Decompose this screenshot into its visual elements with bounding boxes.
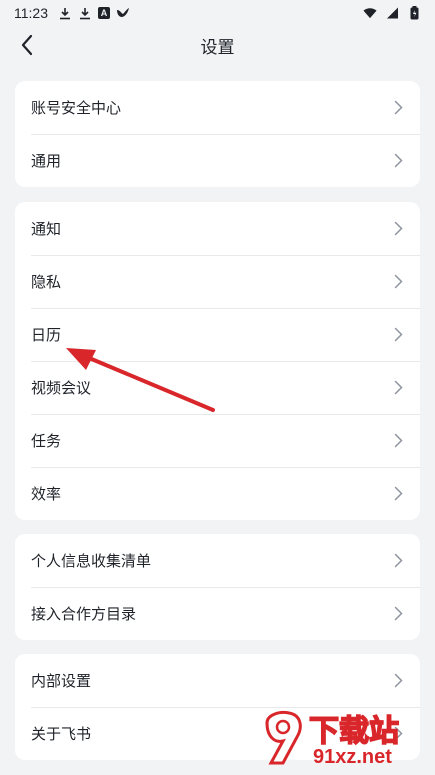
- settings-item-label: 账号安全中心: [31, 99, 122, 117]
- chevron-right-icon: [392, 380, 404, 396]
- settings-item-label: 个人信息收集清单: [31, 552, 152, 570]
- settings-item-label: 隐私: [31, 273, 62, 291]
- chevron-right-icon: [392, 486, 404, 502]
- chevron-right-icon: [392, 100, 404, 116]
- settings-group-features: 通知 隐私 日历 视频会议 任务 效率: [15, 202, 420, 520]
- settings-item-label: 效率: [31, 485, 62, 503]
- chevron-right-icon: [392, 274, 404, 290]
- watermark-logo: 下载站 91xz.net: [265, 711, 400, 768]
- settings-item-general[interactable]: 通用: [15, 134, 420, 187]
- settings-item-label: 接入合作方目录: [31, 605, 137, 623]
- settings-item-video-meeting[interactable]: 视频会议: [15, 361, 420, 414]
- a-box-icon: A: [98, 7, 110, 19]
- settings-item-label: 日历: [31, 326, 62, 344]
- watermark-brand: 下载站: [309, 715, 399, 748]
- chevron-left-icon: [21, 34, 33, 56]
- status-icons-right: [363, 6, 421, 20]
- signal-icon: [385, 6, 399, 20]
- settings-item-account-security[interactable]: 账号安全中心: [15, 81, 420, 134]
- settings-item-label: 视频会议: [31, 379, 92, 397]
- chevron-right-icon: [392, 221, 404, 237]
- settings-item-efficiency[interactable]: 效率: [15, 467, 420, 520]
- settings-item-tasks[interactable]: 任务: [15, 414, 420, 467]
- nav-bar: 设置: [0, 26, 435, 64]
- settings-item-notifications[interactable]: 通知: [15, 202, 420, 255]
- settings-item-personal-info-list[interactable]: 个人信息收集清单: [15, 534, 420, 587]
- settings-item-label: 通知: [31, 220, 62, 238]
- settings-item-label: 任务: [31, 432, 62, 450]
- chevron-right-icon: [392, 327, 404, 343]
- battery-icon: [407, 6, 421, 20]
- settings-item-label: 通用: [31, 152, 62, 170]
- settings-group-data: 个人信息收集清单 接入合作方目录: [15, 534, 420, 640]
- chevron-right-icon: [392, 553, 404, 569]
- status-icons-left: A: [58, 6, 130, 20]
- chevron-right-icon: [392, 433, 404, 449]
- settings-group-account: 账号安全中心 通用: [15, 81, 420, 187]
- wifi-icon: [363, 6, 377, 20]
- status-time: 11:23: [14, 5, 48, 21]
- chevron-right-icon: [392, 606, 404, 622]
- settings-item-label: 内部设置: [31, 672, 92, 690]
- bird-icon: [116, 6, 130, 20]
- status-bar: 11:23 A: [0, 0, 435, 26]
- download-icon: [78, 6, 92, 20]
- settings-item-internal-settings[interactable]: 内部设置: [15, 654, 420, 707]
- chevron-right-icon: [392, 153, 404, 169]
- download-icon: [58, 6, 72, 20]
- page-title: 设置: [200, 37, 235, 58]
- settings-item-calendar[interactable]: 日历: [15, 308, 420, 361]
- settings-item-partner-directory[interactable]: 接入合作方目录: [15, 587, 420, 640]
- settings-item-privacy[interactable]: 隐私: [15, 255, 420, 308]
- chevron-right-icon: [392, 673, 404, 689]
- back-button[interactable]: [12, 30, 42, 60]
- watermark-url: 91xz.net: [313, 746, 392, 768]
